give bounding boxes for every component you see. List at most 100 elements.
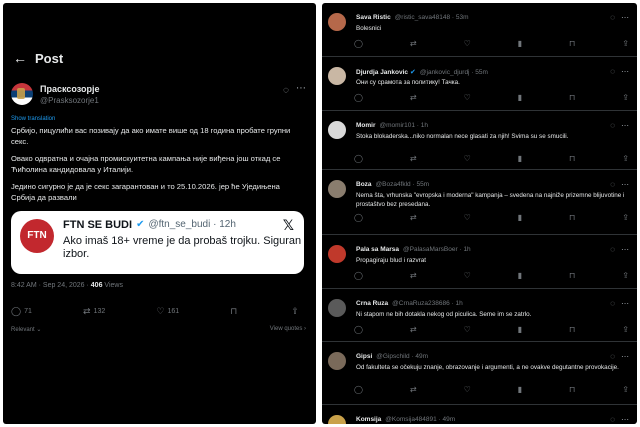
repost-icon[interactable]: ⇄ (410, 385, 417, 394)
stats-icon[interactable]: ▮ (518, 39, 522, 48)
reply-avatar[interactable] (328, 13, 346, 31)
repost-icon[interactable]: ⇄ (410, 39, 417, 48)
author-handle[interactable]: @Prasksozorje1 (40, 95, 100, 107)
reply-author-handle[interactable]: @Gipschild · 49m (376, 353, 428, 360)
reply-author-handle[interactable]: @jankovic_djurdj · 55m (420, 69, 488, 76)
heart-icon[interactable]: ♡ (464, 385, 471, 394)
reply-author-handle[interactable]: @Komsija484891 · 49m (385, 416, 455, 423)
author-avatar[interactable] (11, 83, 33, 105)
share-icon[interactable]: ⇪ (622, 385, 629, 394)
reply-icon[interactable]: ◯ (354, 385, 363, 394)
reply-item[interactable]: Djurdja Jankovic ✔ @jankovic_djurdj · 55m ◌… (322, 57, 637, 111)
stats-icon[interactable]: ▮ (518, 154, 522, 163)
more-options-icon[interactable]: ⋯ (296, 83, 306, 94)
reply-author-name[interactable]: Gipsi (356, 353, 372, 360)
stats-icon[interactable]: ▮ (518, 271, 522, 280)
reply-author-handle[interactable]: @Boza4fkld · 55m (376, 181, 430, 188)
heart-icon[interactable]: ♡ (464, 213, 471, 222)
bookmark-icon[interactable]: ⊓ (569, 385, 575, 394)
reply-item[interactable]: Komsija @Komsija484891 · 49m ◌ ⋯ (322, 405, 637, 424)
reply-avatar[interactable] (328, 299, 346, 317)
bookmark-icon[interactable]: ⊓ (569, 271, 575, 280)
grok-icon[interactable]: ◌ (610, 180, 615, 189)
repost-icon[interactable]: ⇄ (410, 325, 417, 334)
reply-item[interactable]: Sava Ristic @ristic_sava48148 · 53m ◌ ⋯ Bole… (322, 3, 637, 57)
reply-author-name[interactable]: Komsija (356, 416, 381, 423)
share-icon[interactable]: ⇪ (622, 213, 629, 222)
reply-author-handle[interactable]: @momir101 · 1h (380, 122, 429, 129)
view-quotes-link[interactable]: View quotes › (270, 326, 306, 333)
more-options-icon[interactable]: ⋯ (621, 67, 629, 76)
back-arrow-icon[interactable]: ← (13, 50, 35, 66)
reply-author-name[interactable]: Momir (356, 122, 376, 129)
quoted-post-card[interactable]: FTN FTN SE BUDI ✔ @ftn_se_budi · 12h 𝕏 A… (11, 210, 304, 274)
reply-avatar[interactable] (328, 180, 346, 198)
bookmark-icon[interactable]: ⊓ (569, 325, 575, 334)
more-options-icon[interactable]: ⋯ (621, 180, 629, 189)
reply-item[interactable]: Crna Ruza @CrnaRuza238686 · 1h ◌ ⋯ Ni stapom… (322, 289, 637, 342)
heart-icon[interactable]: ♡ (464, 154, 471, 163)
reply-author-handle[interactable]: @ristic_sava48148 · 53m (395, 14, 469, 21)
reply-item[interactable]: Pala sa Marsa @PalasaMarsBoer · 1h ◌ ⋯ Propa… (322, 235, 637, 289)
stats-icon[interactable]: ▮ (518, 93, 522, 102)
reply-avatar[interactable] (328, 245, 346, 263)
bookmark-icon[interactable]: ⊓ (569, 39, 575, 48)
stats-icon[interactable]: ▮ (518, 213, 522, 222)
grok-icon[interactable]: ◌ (610, 299, 615, 308)
more-options-icon[interactable]: ⋯ (621, 352, 629, 361)
grok-icon[interactable]: ◌ (610, 13, 615, 22)
grok-icon[interactable]: ◌ (610, 415, 615, 424)
reply-icon[interactable]: ◯ (354, 154, 363, 163)
reply-icon[interactable]: ◯ (354, 39, 363, 48)
bookmark-icon[interactable]: ⊓ (569, 93, 575, 102)
reply-avatar[interactable] (328, 415, 346, 424)
reply-author-name[interactable]: Sava Ristic (356, 14, 391, 21)
reply-author-name[interactable]: Djurdja Jankovic (356, 69, 408, 76)
heart-icon[interactable]: ♡ (464, 39, 471, 48)
repost-icon[interactable]: ⇄ (410, 93, 417, 102)
author-name[interactable]: Прасксозорје (40, 83, 100, 95)
reply-icon[interactable]: ◯ (354, 93, 363, 102)
grok-icon[interactable]: ◌ (610, 121, 615, 130)
reply-item[interactable]: Momir @momir101 · 1h ◌ ⋯ Stoka blokaderska..… (322, 111, 637, 170)
grok-icon[interactable]: ◌ (610, 352, 615, 361)
repost-icon[interactable]: ⇄ (410, 154, 417, 163)
more-options-icon[interactable]: ⋯ (621, 299, 629, 308)
more-options-icon[interactable]: ⋯ (621, 13, 629, 22)
heart-icon[interactable]: ♡ (464, 271, 471, 280)
share-icon[interactable]: ⇪ (622, 93, 629, 102)
share-icon[interactable]: ⇪ (622, 271, 629, 280)
show-translation-link[interactable]: Show translation (3, 107, 316, 122)
relevant-sort-button[interactable]: Relevant ⌄ (11, 326, 41, 333)
repost-button[interactable]: ⇄ 132 (83, 306, 105, 317)
reply-icon[interactable]: ◯ (354, 213, 363, 222)
bookmark-icon[interactable]: ⊓ (569, 213, 575, 222)
like-button[interactable]: ♡ 161 (156, 306, 179, 317)
reply-author-name[interactable]: Crna Ruza (356, 300, 388, 307)
repost-icon[interactable]: ⇄ (410, 213, 417, 222)
bookmark-button[interactable]: ⊓ (230, 306, 240, 317)
reply-author-name[interactable]: Boza (356, 181, 372, 188)
reply-avatar[interactable] (328, 121, 346, 139)
share-icon[interactable]: ⇪ (622, 39, 629, 48)
grok-icon[interactable]: ◌ (610, 67, 615, 76)
heart-icon[interactable]: ♡ (464, 325, 471, 334)
share-icon[interactable]: ⇪ (622, 325, 629, 334)
reply-avatar[interactable] (328, 352, 346, 370)
reply-item[interactable]: Gipsi @Gipschild · 49m ◌ ⋯ Od fakulteta se o… (322, 342, 637, 405)
more-options-icon[interactable]: ⋯ (621, 245, 629, 254)
grok-icon[interactable]: ◌ (283, 85, 289, 96)
reply-author-handle[interactable]: @PalasaMarsBoer · 1h (403, 246, 471, 253)
more-options-icon[interactable]: ⋯ (621, 415, 629, 424)
reply-item[interactable]: Boza @Boza4fkld · 55m ◌ ⋯ Nema šta, vrhunska… (322, 170, 637, 235)
reply-icon[interactable]: ◯ (354, 325, 363, 334)
reply-button[interactable]: ◯ 71 (11, 306, 32, 317)
reply-author-name[interactable]: Pala sa Marsa (356, 246, 399, 253)
share-icon[interactable]: ⇪ (622, 154, 629, 163)
reply-author-handle[interactable]: @CrnaRuza238686 · 1h (392, 300, 463, 307)
bookmark-icon[interactable]: ⊓ (569, 154, 575, 163)
grok-icon[interactable]: ◌ (610, 245, 615, 254)
reply-icon[interactable]: ◯ (354, 271, 363, 280)
share-button[interactable]: ⇪ (291, 306, 302, 317)
repost-icon[interactable]: ⇄ (410, 271, 417, 280)
